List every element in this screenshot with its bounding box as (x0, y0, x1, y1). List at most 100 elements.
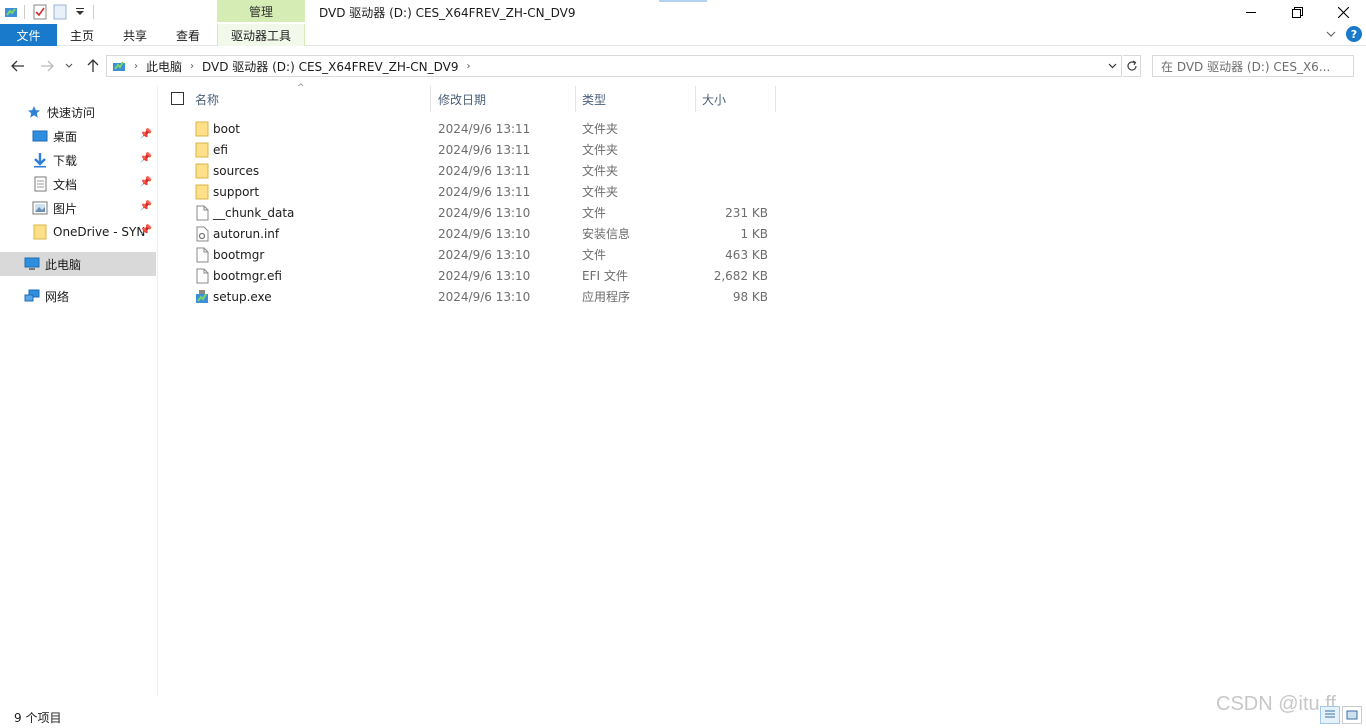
column-divider[interactable] (775, 86, 776, 112)
search-input[interactable]: 在 DVD 驱动器 (D:) CES_X6... (1152, 55, 1354, 77)
tab-file[interactable]: 文件 (0, 24, 57, 46)
file-icon (194, 205, 210, 221)
column-divider[interactable] (430, 86, 431, 112)
table-row[interactable]: bootmgr 2024/9/6 13:10 文件 463 KB (190, 244, 780, 265)
file-name: sources (213, 163, 260, 178)
table-row[interactable]: support 2024/9/6 13:11 文件夹 (190, 181, 780, 202)
file-type: 文件夹 (582, 185, 619, 199)
nav-item-network[interactable]: 网络 (0, 284, 156, 308)
table-row[interactable]: efi 2024/9/6 13:11 文件夹 (190, 139, 780, 160)
properties-icon[interactable] (2, 3, 20, 21)
address-history-dropdown[interactable] (1103, 56, 1121, 76)
download-icon (32, 152, 48, 168)
breadcrumb-dvd-drive[interactable]: DVD 驱动器 (D:) CES_X64FREV_ZH-CN_DV9 (199, 58, 461, 75)
nav-item-label: OneDrive - SYN (53, 225, 146, 239)
tab-drive-tools[interactable]: 驱动器工具 (217, 24, 305, 46)
contextual-tab-manage[interactable]: 管理 (217, 0, 305, 22)
tab-home[interactable]: 主页 (57, 24, 107, 46)
forward-button[interactable] (38, 56, 56, 76)
pin-icon[interactable]: 📌 (140, 177, 152, 188)
column-header-date[interactable]: 修改日期 (438, 86, 573, 112)
close-icon (1337, 6, 1349, 18)
large-icons-view-button[interactable] (1342, 706, 1362, 724)
file-type: 文件夹 (582, 122, 619, 136)
row-name-cell: boot (194, 118, 240, 139)
pin-icon[interactable]: 📌 (140, 129, 152, 140)
file-date: 2024/9/6 13:11 (438, 142, 531, 157)
table-row[interactable]: bootmgr.efi 2024/9/6 13:10 EFI 文件 2,682 … (190, 265, 780, 286)
desktop-icon (32, 128, 48, 144)
checklist-icon[interactable] (31, 3, 49, 21)
picture-icon (32, 200, 48, 216)
help-icon[interactable]: ? (1346, 26, 1362, 42)
expand-ribbon-icon[interactable] (1326, 30, 1336, 38)
pin-icon[interactable]: 📌 (140, 153, 152, 164)
up-button[interactable] (84, 56, 102, 76)
maximize-button[interactable] (1274, 0, 1320, 24)
file-size (702, 160, 768, 181)
chevron-right-icon[interactable]: › (185, 61, 199, 72)
details-view-button[interactable] (1320, 706, 1340, 724)
file-name: efi (213, 142, 228, 157)
tab-view[interactable]: 查看 (163, 24, 213, 46)
item-count: 9 个项目 (14, 710, 62, 725)
address-row: › 此电脑 › DVD 驱动器 (D:) CES_X64FREV_ZH-CN_D… (0, 53, 1366, 79)
file-type: 应用程序 (582, 290, 631, 304)
file-name: bootmgr (213, 247, 265, 262)
close-button[interactable] (1320, 0, 1366, 24)
table-row[interactable]: setup.exe 2024/9/6 13:10 应用程序 98 KB (190, 286, 780, 307)
file-type: 文件 (582, 248, 607, 262)
navigation-pane: 快速访问 桌面 📌 下载 📌 文档 📌 图片 📌 OneDrive - SYN … (0, 86, 158, 696)
pin-icon[interactable]: 📌 (140, 201, 152, 212)
window-title: DVD 驱动器 (D:) CES_X64FREV_ZH-CN_DV9 (319, 6, 576, 20)
nav-item-label: 文档 (53, 177, 78, 192)
refresh-button[interactable] (1123, 55, 1141, 77)
pin-icon[interactable]: 📌 (140, 225, 152, 236)
file-type: 文件 (582, 206, 607, 220)
nav-item-quick-access[interactable]: 快速访问 (0, 100, 156, 124)
minimize-button[interactable] (1228, 0, 1274, 24)
column-divider[interactable] (575, 86, 576, 112)
file-type: 安装信息 (582, 227, 631, 241)
file-icon (194, 268, 210, 284)
folder-icon (32, 224, 48, 240)
details-view-icon (1325, 710, 1335, 718)
file-size (702, 139, 768, 160)
customize-dropdown-icon[interactable] (71, 3, 89, 21)
file-type: EFI 文件 (582, 269, 628, 283)
file-size: 2,682 KB (713, 268, 768, 283)
recent-locations-button[interactable] (63, 56, 75, 76)
table-row[interactable]: boot 2024/9/6 13:11 文件夹 (190, 118, 780, 139)
arrow-up-icon (87, 59, 99, 72)
column-header-name[interactable]: 名称 (195, 86, 430, 112)
chevron-right-icon[interactable]: › (129, 61, 143, 72)
nav-item-downloads[interactable]: 下载 📌 (0, 148, 156, 172)
table-row[interactable]: autorun.inf 2024/9/6 13:10 安装信息 1 KB (190, 223, 780, 244)
nav-item-documents[interactable]: 文档 📌 (0, 172, 156, 196)
nav-item-desktop[interactable]: 桌面 📌 (0, 124, 156, 148)
table-row[interactable]: sources 2024/9/6 13:11 文件夹 (190, 160, 780, 181)
address-bar[interactable]: › 此电脑 › DVD 驱动器 (D:) CES_X64FREV_ZH-CN_D… (106, 55, 1122, 77)
column-header-type[interactable]: 类型 (582, 86, 692, 112)
chevron-down-icon (65, 63, 73, 68)
select-all-checkbox[interactable] (171, 92, 184, 105)
tab-share[interactable]: 共享 (110, 24, 160, 46)
file-date: 2024/9/6 13:10 (438, 205, 531, 220)
star-icon (26, 104, 42, 120)
file-size: 463 KB (725, 247, 768, 262)
nav-item-onedrive[interactable]: OneDrive - SYN 📌 (0, 220, 156, 244)
new-folder-icon[interactable] (51, 3, 69, 21)
column-header-size[interactable]: 大小 (702, 86, 772, 112)
back-button[interactable] (9, 56, 27, 76)
nav-item-label: 桌面 (53, 129, 78, 144)
nav-item-this-pc[interactable]: 此电脑 (0, 252, 156, 276)
drive-icon (111, 58, 127, 74)
file-list: ^ 名称 修改日期 类型 大小 boot 2024/9/6 13:11 文件夹 … (160, 83, 1366, 696)
breadcrumb-this-pc[interactable]: 此电脑 (143, 58, 185, 75)
file-name: setup.exe (213, 289, 272, 304)
nav-item-pictures[interactable]: 图片 📌 (0, 196, 156, 220)
chevron-right-icon[interactable]: › (462, 61, 476, 72)
table-row[interactable]: __chunk_data 2024/9/6 13:10 文件 231 KB (190, 202, 780, 223)
file-name: __chunk_data (213, 205, 295, 220)
column-divider[interactable] (695, 86, 696, 112)
